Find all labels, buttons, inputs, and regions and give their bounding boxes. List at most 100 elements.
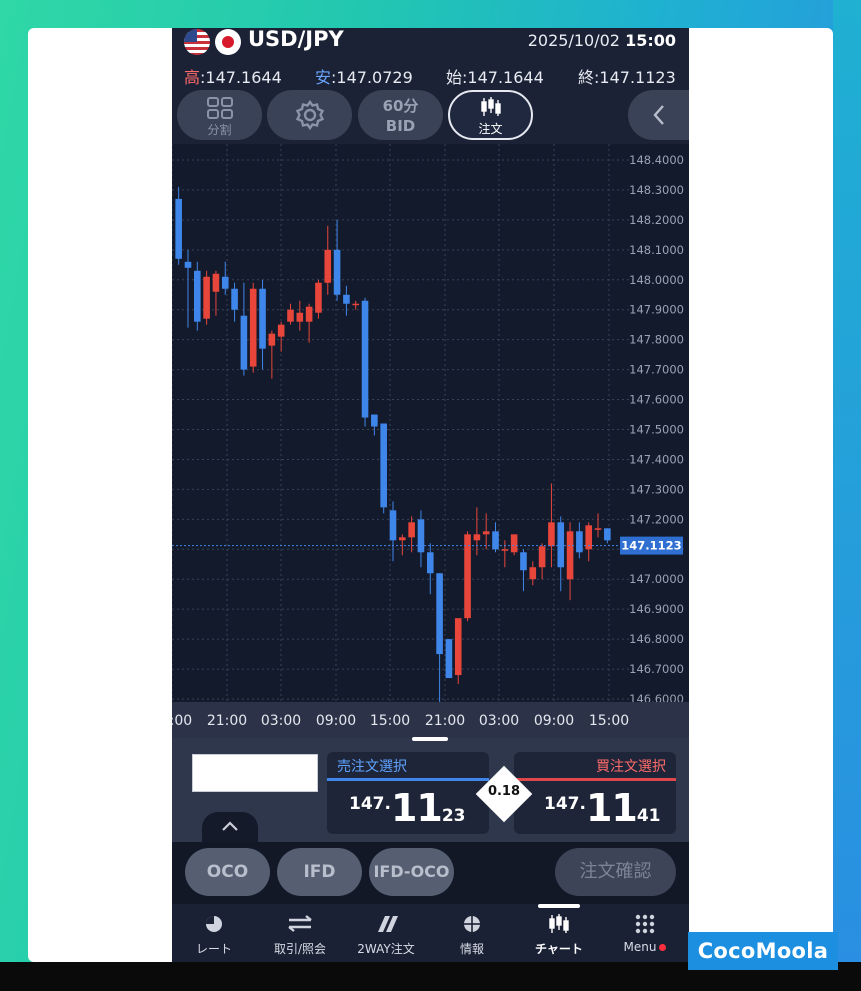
time-axis: 15:00 21:00 03:00 09:00 15:00 21:00 03:00 09:00… (172, 702, 689, 738)
candle-body (557, 522, 565, 568)
candle-body (380, 423, 387, 508)
nav-rate[interactable]: レート (172, 904, 256, 962)
candle-body (305, 306, 313, 322)
nav-trades[interactable]: 取引/照会 (258, 904, 342, 962)
candle-body (249, 288, 257, 367)
ifd-button[interactable]: IFD (277, 848, 362, 896)
timeframe-button[interactable]: 60分 BID (358, 90, 443, 140)
date-text: 2025/10/02 (527, 31, 620, 50)
phone-screen: USD/JPY 2025/10/02 15:00 高:147.1644 安:14… (172, 28, 689, 962)
y-tick-label: 147.5000 (629, 423, 684, 437)
ifd-oco-button[interactable]: IFD-OCO (369, 848, 454, 896)
expand-toggle[interactable] (202, 812, 258, 844)
sell-price-main: 11 (390, 786, 443, 830)
currency-pair[interactable]: USD/JPY (248, 28, 344, 51)
candlestick-chart[interactable]: 148.4000 148.3000 148.2000 148.1000 148.0000… (172, 144, 689, 714)
order-confirm-button[interactable]: 注文確認 (555, 848, 676, 896)
candle-body (482, 531, 490, 535)
candle-body (492, 531, 499, 550)
x-tick-label: 21:00 (207, 713, 247, 729)
candle-body (436, 573, 443, 655)
datetime: 2025/10/02 15:00 (528, 31, 676, 50)
low-value: :147.0729 (331, 68, 413, 87)
order-button[interactable]: 注文 (448, 90, 533, 140)
close-value: :147.1123 (594, 68, 676, 87)
open-label: 始 (446, 68, 463, 87)
candle-body (212, 273, 220, 292)
candle-body (604, 528, 611, 541)
sell-price-integer: 147. (349, 794, 391, 814)
brand-watermark: CocoMoola (688, 932, 838, 970)
oco-button[interactable]: OCO (185, 848, 270, 896)
panel-handle[interactable] (412, 737, 448, 741)
nav-rate-label: レート (195, 942, 232, 956)
candle-body (268, 333, 276, 346)
candle-body (184, 261, 192, 268)
transfer-icon (288, 915, 312, 932)
candlestick-icon (549, 914, 569, 933)
candle-body (389, 510, 397, 541)
order-label: 注文 (478, 122, 503, 136)
split-view-button[interactable]: 分割 (177, 90, 262, 140)
x-tick-label: 15:00 (589, 713, 629, 729)
nav-info[interactable]: 情報 (430, 904, 514, 962)
y-tick-label: 148.4000 (629, 153, 684, 167)
candle-body (501, 549, 509, 551)
candle-body (408, 522, 415, 538)
quantity-input[interactable] (192, 754, 318, 792)
candle-body (175, 198, 182, 259)
buy-price-integer: 147. (544, 794, 586, 814)
chart-settings-button[interactable] (267, 90, 352, 140)
high-label: 高 (184, 68, 201, 87)
quote-header: USD/JPY 2025/10/02 15:00 高:147.1644 安:14… (172, 28, 689, 88)
ohlc-open: 始:147.1644 (446, 64, 544, 88)
nav-2way[interactable]: 2WAY注文 (344, 904, 428, 962)
candle-body (445, 639, 453, 679)
candlestick-icon (481, 97, 501, 116)
candle-body (594, 528, 602, 530)
y-tick-label: 147.7000 (629, 363, 684, 377)
buy-price-box[interactable]: 買注文選択 147.1141 (514, 752, 676, 834)
spread-value: 0.18 (487, 784, 521, 799)
grid-icon (207, 97, 233, 119)
sell-price-pips: 23 (441, 806, 466, 826)
us-flag-icon (184, 29, 210, 55)
x-tick-label: 03:00 (479, 713, 519, 729)
globe-icon (464, 916, 480, 932)
high-value: :147.1644 (200, 68, 282, 87)
nav-menu[interactable]: Menu (603, 904, 687, 962)
candle-body (352, 303, 360, 306)
y-tick-label: 147.3000 (629, 482, 684, 496)
x-tick-label: 21:00 (425, 713, 465, 729)
jp-flag-icon (215, 29, 241, 55)
ohlc-low: 安:147.0729 (315, 64, 413, 88)
sell-price-box[interactable]: 売注文選択 147.1123 (327, 752, 489, 834)
bottom-navigation: レート 取引/照会 2WAY注文 情報 チャート Menu (172, 904, 689, 962)
nav-info-label: 情報 (459, 942, 484, 956)
candle-body (548, 522, 555, 547)
candle-body (529, 567, 537, 580)
y-tick-label: 147.4000 (629, 452, 684, 466)
candle-body (399, 537, 406, 541)
y-tick-label: 148.0000 (629, 273, 684, 287)
nav-chart[interactable]: チャート (517, 904, 601, 962)
y-tick-label: 147.0000 (629, 572, 684, 586)
collapse-panel-button[interactable] (628, 90, 689, 140)
sell-title: 売注文選択 (337, 759, 407, 775)
candle-body (371, 414, 378, 427)
candle-body (464, 534, 471, 619)
order-type-row: OCO IFD IFD-OCO 注文確認 (172, 842, 689, 904)
low-label: 安 (315, 68, 332, 87)
y-tick-label: 148.2000 (629, 213, 684, 227)
candle-body (324, 249, 332, 283)
time-text: 15:00 (625, 31, 676, 50)
y-tick-label: 146.8000 (629, 632, 684, 646)
notification-dot (659, 944, 667, 951)
y-tick-label: 148.1000 (629, 243, 684, 257)
open-value: :147.1644 (462, 68, 544, 87)
timeframe-value: 60分 (382, 97, 419, 115)
y-tick-label: 146.7000 (629, 662, 684, 676)
candle-body (221, 276, 229, 289)
candle-body (510, 534, 518, 553)
candle-body (520, 552, 527, 571)
